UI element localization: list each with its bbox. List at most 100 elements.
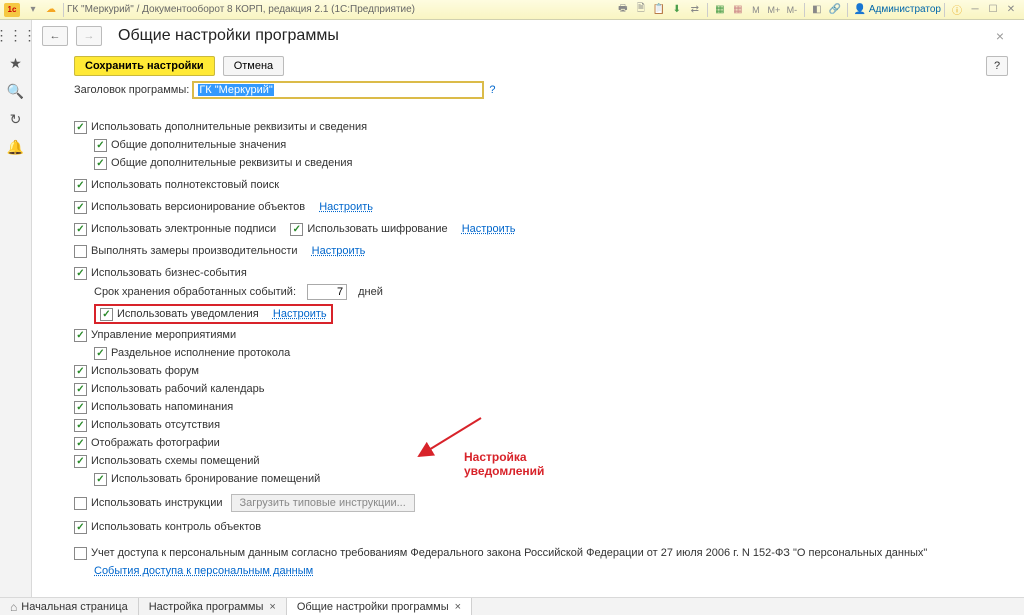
- use-room-booking-label: Использовать бронирование помещений: [111, 473, 320, 485]
- checkbox[interactable]: [74, 179, 87, 192]
- use-reminders-label: Использовать напоминания: [91, 401, 233, 413]
- dropdown-icon[interactable]: ▾: [26, 3, 40, 17]
- tab-settings[interactable]: Настройка программы ×: [139, 598, 287, 615]
- user-icon: 👤: [853, 3, 867, 17]
- user-label[interactable]: Администратор: [869, 4, 941, 15]
- checkbox[interactable]: [74, 547, 87, 560]
- show-photos-label: Отображать фотографии: [91, 437, 220, 449]
- program-title-label: Заголовок программы:: [74, 84, 189, 96]
- split-protocol-label: Раздельное исполнение протокола: [111, 347, 290, 359]
- tab-home[interactable]: Начальная страница: [0, 598, 139, 615]
- history-icon[interactable]: ↻: [7, 110, 25, 128]
- nav-back-button[interactable]: ←: [42, 26, 68, 46]
- use-object-control-label: Использовать контроль объектов: [91, 521, 261, 533]
- load-instructions-button[interactable]: Загрузить типовые инструкции...: [231, 494, 415, 512]
- window-title: ГК "Меркурий" / Документооборот 8 КОРП, …: [67, 4, 415, 15]
- personal-data-events-link[interactable]: События доступа к персональным данным: [94, 565, 313, 577]
- app-logo-icon: 1c: [4, 3, 20, 17]
- use-absence-label: Использовать отсутствия: [91, 419, 220, 431]
- use-instructions-label: Использовать инструкции: [91, 497, 223, 509]
- close-window-icon[interactable]: ✕: [1004, 3, 1018, 17]
- use-room-plans-label: Использовать схемы помещений: [91, 455, 260, 467]
- encryption-configure-link[interactable]: Настроить: [462, 223, 516, 235]
- calc-icon[interactable]: ▦: [713, 3, 727, 17]
- checkbox[interactable]: [74, 497, 87, 510]
- versioning-configure-link[interactable]: Настроить: [319, 201, 373, 213]
- checkbox[interactable]: [74, 267, 87, 280]
- apps-icon[interactable]: ⋮⋮⋮: [7, 26, 25, 44]
- save-icon[interactable]: ⬇: [670, 3, 684, 17]
- tab-general-settings[interactable]: Общие настройки программы ×: [287, 598, 472, 615]
- m-plus-button[interactable]: M+: [767, 3, 781, 17]
- close-form-icon[interactable]: ×: [996, 28, 1004, 44]
- content-area: ← → Общие настройки программы × Сохранит…: [32, 20, 1024, 597]
- toolbar: Сохранить настройки Отмена ?: [32, 52, 1024, 80]
- manage-events-label: Управление мероприятиями: [91, 329, 236, 341]
- checkbox[interactable]: [74, 437, 87, 450]
- checkbox[interactable]: [94, 473, 107, 486]
- perf-measure-label: Выполнять замеры производительности: [91, 245, 298, 257]
- bell-icon[interactable]: 🔔: [7, 138, 25, 156]
- personal-data-law-label: Учет доступа к персональным данным согла…: [91, 547, 927, 559]
- minimize-icon[interactable]: ─: [968, 3, 982, 17]
- checkbox[interactable]: [74, 365, 87, 378]
- tab-close-icon[interactable]: ×: [455, 601, 461, 613]
- tab-home-label: Начальная страница: [21, 601, 127, 613]
- cloud-icon[interactable]: ☁: [44, 3, 58, 17]
- copy-icon[interactable]: 📋: [652, 3, 666, 17]
- tab-label: Общие настройки программы: [297, 601, 449, 613]
- star-icon[interactable]: ★: [7, 54, 25, 72]
- checkbox[interactable]: [74, 121, 87, 134]
- tab-label: Настройка программы: [149, 601, 264, 613]
- maximize-icon[interactable]: ☐: [986, 3, 1000, 17]
- checkbox[interactable]: [94, 157, 107, 170]
- print-icon[interactable]: 🖶: [616, 3, 630, 17]
- retention-input[interactable]: [307, 284, 347, 300]
- checkbox[interactable]: [74, 419, 87, 432]
- notifications-highlight: Использовать уведомления Настроить: [94, 304, 333, 324]
- checkbox[interactable]: [74, 329, 87, 342]
- notifications-configure-link[interactable]: Настроить: [273, 308, 327, 320]
- use-versioning-label: Использовать версионирование объектов: [91, 201, 305, 213]
- use-forum-label: Использовать форум: [91, 365, 199, 377]
- perf-configure-link[interactable]: Настроить: [312, 245, 366, 257]
- checkbox[interactable]: [74, 521, 87, 534]
- checkbox[interactable]: [94, 347, 107, 360]
- checkbox[interactable]: [74, 455, 87, 468]
- m-minus-button[interactable]: M-: [785, 3, 799, 17]
- program-title-input[interactable]: ГК "Меркурий": [193, 82, 483, 98]
- use-work-calendar-label: Использовать рабочий календарь: [91, 383, 265, 395]
- checkbox[interactable]: [100, 308, 113, 321]
- tab-close-icon[interactable]: ×: [269, 601, 275, 613]
- info-icon[interactable]: ⓘ: [950, 3, 964, 17]
- link-icon[interactable]: 🔗: [828, 3, 842, 17]
- checkbox[interactable]: [74, 245, 87, 258]
- save-button[interactable]: Сохранить настройки: [74, 56, 215, 76]
- nav-forward-button[interactable]: →: [76, 26, 102, 46]
- hint-icon[interactable]: ?: [489, 84, 495, 96]
- checkbox[interactable]: [74, 401, 87, 414]
- common-additional-props-label: Общие дополнительные реквизиты и сведени…: [111, 157, 352, 169]
- form-header: ← → Общие настройки программы ×: [32, 20, 1024, 52]
- checkbox[interactable]: [74, 383, 87, 396]
- retention-unit-label: дней: [358, 286, 383, 298]
- retention-label: Срок хранения обработанных событий:: [94, 286, 296, 298]
- use-fulltext-label: Использовать полнотекстовый поиск: [91, 179, 279, 191]
- checkbox[interactable]: [74, 201, 87, 214]
- compare-icon[interactable]: ⇄: [688, 3, 702, 17]
- use-notifications-label: Использовать уведомления: [117, 308, 259, 320]
- window-list-icon[interactable]: ◧: [810, 3, 824, 17]
- preview-icon[interactable]: 🗎: [634, 3, 648, 17]
- checkbox[interactable]: [74, 223, 87, 236]
- cancel-button[interactable]: Отмена: [223, 56, 284, 76]
- help-button[interactable]: ?: [986, 56, 1008, 76]
- program-title-row: Заголовок программы: ГК "Меркурий" ?: [32, 80, 1024, 104]
- titlebar: 1c ▾ ☁ ГК "Меркурий" / Документооборот 8…: [0, 0, 1024, 20]
- checkbox[interactable]: [290, 223, 303, 236]
- common-additional-values-label: Общие дополнительные значения: [111, 139, 286, 151]
- calendar-icon[interactable]: ▦: [731, 3, 745, 17]
- m-button[interactable]: M: [749, 3, 763, 17]
- search-icon[interactable]: 🔍: [7, 82, 25, 100]
- use-esign-label: Использовать электронные подписи: [91, 223, 276, 235]
- checkbox[interactable]: [94, 139, 107, 152]
